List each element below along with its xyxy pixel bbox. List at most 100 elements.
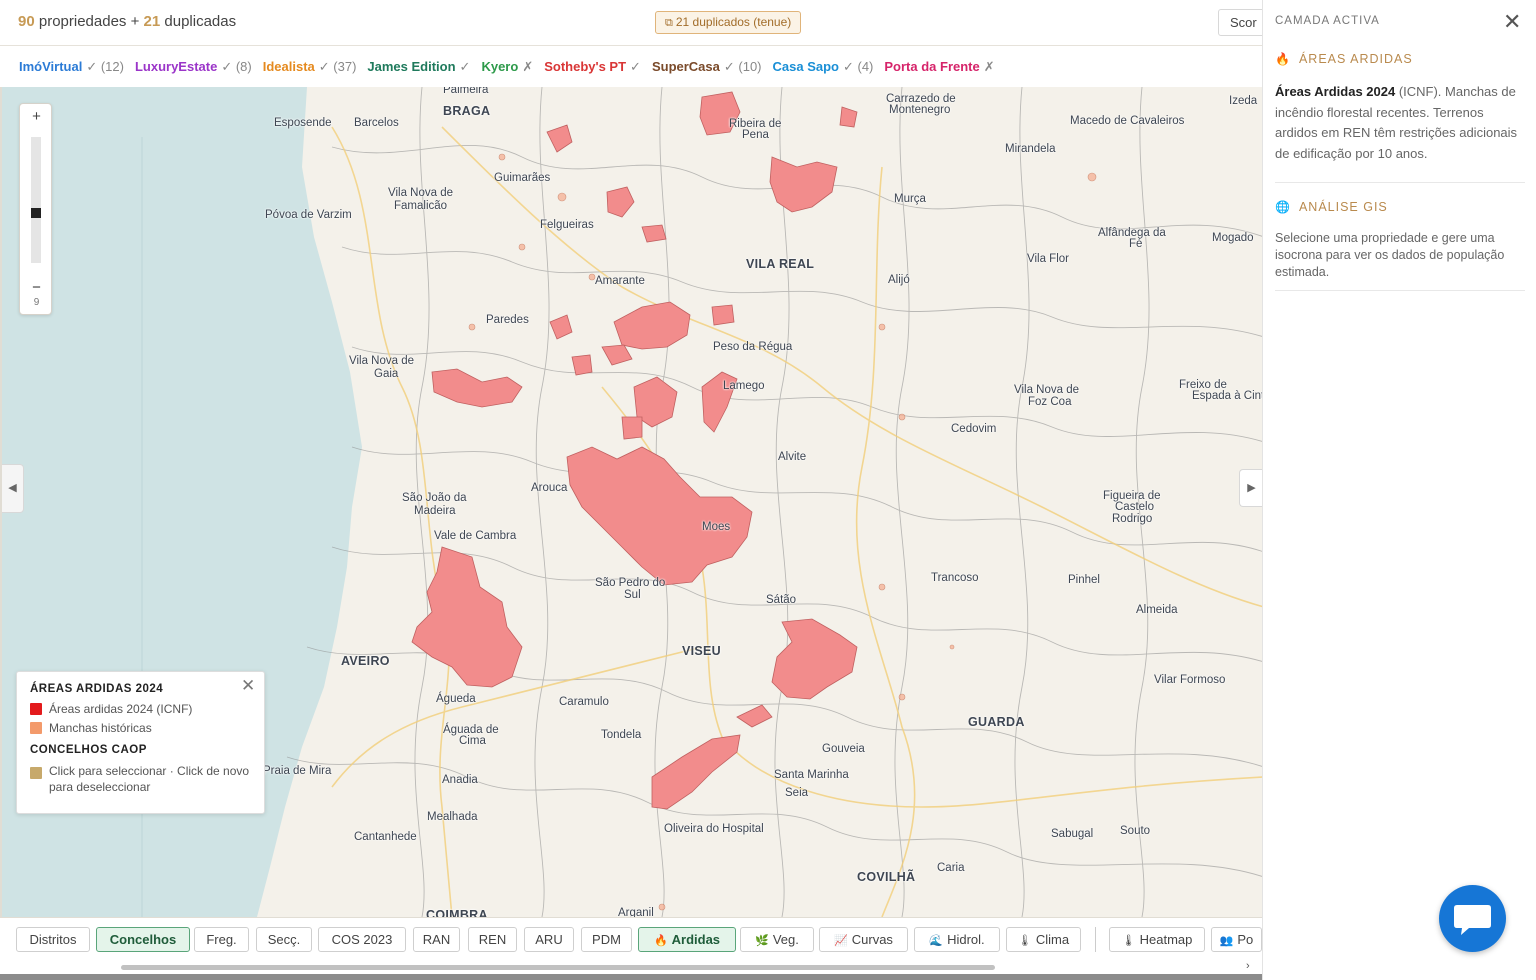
source-filter-idealista[interactable]: Idealista ✓ (37)	[263, 59, 357, 75]
horizontal-scrollbar[interactable]: ›	[0, 960, 1262, 974]
flame-icon: 🔥	[1275, 52, 1291, 66]
place-label: Vila Nova de	[349, 355, 414, 367]
layer-button-ran[interactable]: RAN	[413, 927, 460, 952]
layer-icon: 📈	[834, 935, 848, 947]
section-gis-analysis: 🌐 ANÁLISE GIS Selecione uma propriedade e…	[1275, 200, 1525, 291]
layer-button-sec[interactable]: Secç.	[256, 927, 312, 952]
place-label: Caria	[937, 862, 965, 874]
place-label: Izeda	[1229, 95, 1258, 107]
place-label: Paredes	[486, 314, 529, 326]
place-label: Rodrigo	[1112, 513, 1153, 525]
chat-button[interactable]	[1439, 885, 1506, 952]
place-label: Madeira	[414, 505, 456, 517]
map-view[interactable]: Palmeira BRAGA Esposende Barcelos Guimarães V…	[0, 87, 1262, 917]
legend-swatch	[30, 767, 42, 779]
place-label: Montenegro	[889, 104, 951, 116]
toolbar-divider	[1095, 927, 1096, 952]
legend-item-burned-2024: Áreas ardidas 2024 (ICNF)	[30, 702, 251, 716]
place-label: Alijó	[888, 274, 910, 286]
map-legend: ✕ ÁREAS ARDIDAS 2024 Áreas ardidas 2024 …	[16, 671, 265, 814]
source-filter-supercasa[interactable]: SuperCasa ✓ (10)	[652, 59, 762, 75]
place-label: Murça	[894, 193, 926, 205]
place-label: Praia de Mira	[263, 765, 332, 777]
scrollbar-thumb[interactable]	[121, 965, 995, 970]
source-filter-casa-sapo[interactable]: Casa Sapo ✓ (4)	[773, 59, 874, 75]
place-label: Vila Flor	[1027, 253, 1069, 265]
place-label: Sabugal	[1051, 828, 1094, 840]
zoom-in-button[interactable]: +	[20, 104, 53, 130]
source-filter-luxuryestate[interactable]: LuxuryEstate ✓ (8)	[135, 59, 252, 75]
sources-filter-bar: ImóVirtual ✓ (12) LuxuryEstate ✓ (8) Idealis…	[0, 47, 1262, 87]
place-label: Macedo de Cavaleiros	[1070, 115, 1185, 127]
legend-swatch	[30, 703, 42, 715]
panel-header: CAMADA ACTIVA	[1275, 15, 1380, 27]
source-filter-james-edition[interactable]: James Edition ✓	[367, 59, 470, 75]
place-label: Arganil	[618, 907, 654, 917]
zoom-slider[interactable]	[31, 137, 41, 263]
layer-button-clima[interactable]: 🌡 Clima	[1006, 927, 1081, 952]
layer-button-freg[interactable]: Freg.	[194, 927, 249, 952]
place-label: Vilar Formoso	[1154, 674, 1226, 686]
layer-button-ren[interactable]: REN	[468, 927, 517, 952]
place-label: Cima	[459, 735, 486, 747]
panel-close-icon[interactable]: ✕	[1503, 9, 1521, 35]
layer-button-concelhos[interactable]: Concelhos	[96, 927, 190, 952]
layer-button-ardidas[interactable]: 🔥 Ardidas	[638, 927, 736, 952]
place-label: Águeda	[436, 693, 476, 705]
place-label: Santa Marinha	[774, 769, 849, 781]
place-label: GUARDA	[968, 715, 1025, 729]
zoom-control: + − 9	[19, 103, 52, 315]
layer-icon: 👥	[1219, 935, 1234, 947]
source-filter-porta-da-frente[interactable]: Porta da Frente ✗	[884, 59, 994, 75]
scroll-right-arrow-icon[interactable]: ›	[1246, 960, 1250, 972]
legend-close-icon[interactable]: ✕	[241, 676, 255, 696]
legend-title-burned: ÁREAS ARDIDAS 2024	[30, 683, 164, 695]
place-label: Anadia	[442, 774, 478, 786]
layer-button-po[interactable]: 👥 Po	[1211, 927, 1262, 952]
layer-button-curvas[interactable]: 📈 Curvas	[819, 927, 908, 952]
place-label: Moes	[702, 521, 731, 533]
layer-button-aru[interactable]: ARU	[524, 927, 574, 952]
place-label: Póvoa de Varzim	[265, 209, 352, 221]
place-label: Almeida	[1136, 604, 1178, 616]
layer-icon: 🌿	[755, 935, 769, 947]
legend-item-concelhos: Click para seleccionar · Click de novo p…	[30, 763, 251, 795]
place-label: Seia	[785, 787, 809, 799]
place-label: AVEIRO	[341, 654, 390, 668]
place-label: Foz Coa	[1028, 396, 1072, 408]
zoom-slider-handle[interactable]	[31, 208, 41, 218]
place-label: Oliveira do Hospital	[664, 823, 764, 835]
place-label: Peso da Régua	[713, 341, 793, 353]
active-layer-panel: CAMADA ACTIVA ✕ 🔥 ÁREAS ARDIDAS Áreas Ard…	[1262, 0, 1536, 980]
collapse-left-panel-button[interactable]: ◀	[2, 464, 24, 513]
expand-right-panel-button[interactable]: ▶	[1239, 469, 1262, 507]
layer-button-hidrol[interactable]: 🌊 Hidrol.	[914, 927, 1000, 952]
layer-button-veg[interactable]: 🌿 Veg.	[740, 927, 814, 952]
place-label: Gouveia	[822, 743, 865, 755]
score-button[interactable]: Scor	[1218, 9, 1268, 36]
section-burned-description: Áreas Ardidas 2024 (ICNF). Manchas de in…	[1275, 84, 1518, 161]
place-label: São Pedro do	[595, 577, 666, 589]
place-label: Pena	[742, 129, 769, 141]
place-label: Famalicão	[394, 200, 448, 212]
legend-swatch	[30, 722, 42, 734]
place-label: Mogado	[1212, 232, 1254, 244]
layer-icon: 🔥	[653, 935, 668, 947]
source-filter-sotheby-s-pt[interactable]: Sotheby's PT ✓	[544, 59, 641, 75]
place-label: Guimarães	[494, 172, 551, 184]
place-label: Sátão	[766, 594, 797, 606]
zoom-out-button[interactable]: −	[20, 279, 53, 296]
place-label: COIMBRA	[426, 908, 488, 917]
place-label: VISEU	[682, 644, 722, 658]
layer-button-cos-2023[interactable]: COS 2023	[318, 927, 406, 952]
duplicates-toggle-button[interactable]: ⧉ 21 duplicados (tenue)	[655, 11, 802, 34]
place-label: Lamego	[723, 380, 765, 392]
layer-button-heatmap[interactable]: 🌡 Heatmap	[1109, 927, 1205, 952]
layer-icon: 🌡	[1017, 935, 1032, 947]
place-label: Cantanhede	[354, 831, 417, 843]
layer-button-pdm[interactable]: PDM	[581, 927, 632, 952]
place-label: Esposende	[274, 117, 332, 129]
source-filter-kyero[interactable]: Kyero ✗	[481, 59, 533, 75]
layer-button-distritos[interactable]: Distritos	[16, 927, 90, 952]
source-filter-im-virtual[interactable]: ImóVirtual ✓ (12)	[19, 59, 124, 75]
